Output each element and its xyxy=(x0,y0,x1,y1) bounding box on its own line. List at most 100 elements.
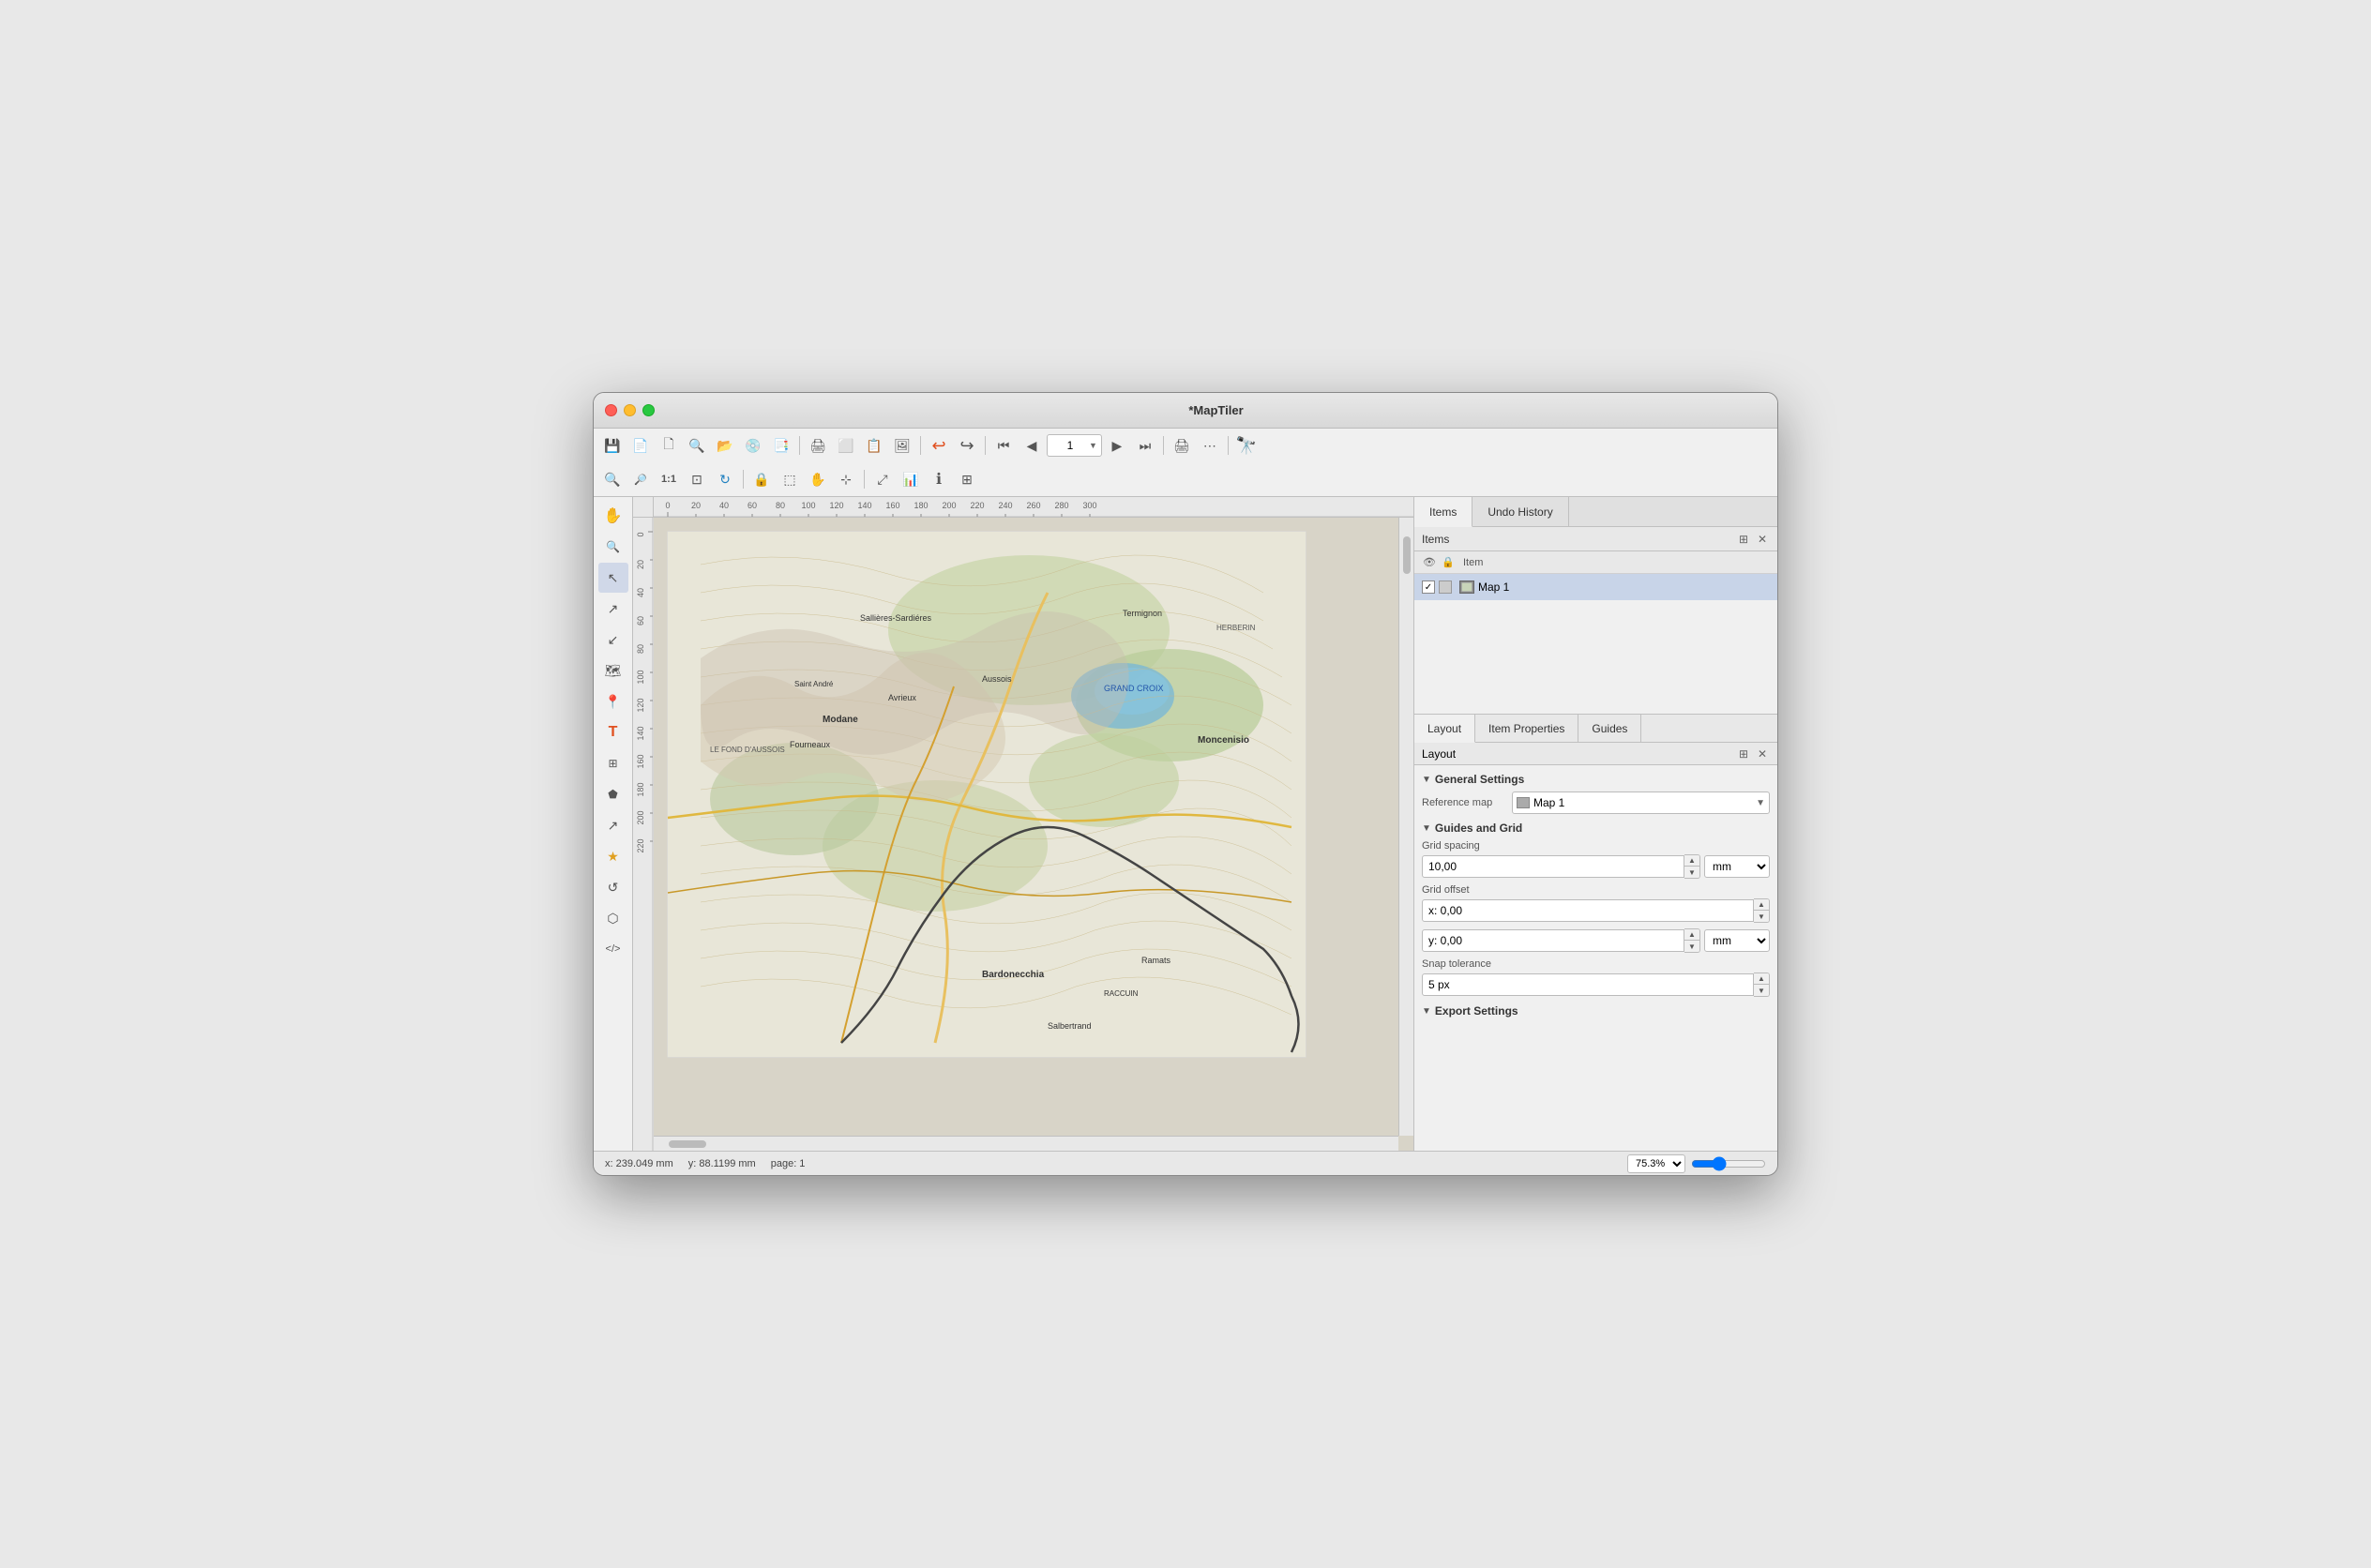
export-svg-button[interactable]: ⬜ xyxy=(833,432,859,459)
redo-button[interactable]: ↪ xyxy=(954,432,980,459)
title-bar: *MapTiler xyxy=(594,393,1777,429)
pan-button[interactable]: ✋ xyxy=(805,466,831,492)
minimize-button[interactable] xyxy=(624,404,636,416)
tab-guides[interactable]: Guides xyxy=(1578,715,1641,742)
nav-right-button[interactable]: ▶ xyxy=(1104,432,1130,459)
undo-button[interactable]: ↩ xyxy=(926,432,952,459)
layout-tab-bar: Layout Item Properties Guides xyxy=(1414,715,1777,743)
tab-undo-history[interactable]: Undo History xyxy=(1472,497,1568,526)
layout-close-icon[interactable]: ✕ xyxy=(1755,746,1770,761)
zoom-out-button[interactable]: 🔎 xyxy=(627,466,654,492)
tab-item-properties[interactable]: Item Properties xyxy=(1475,715,1578,742)
zoom-1-1-button[interactable]: 1:1 xyxy=(656,466,682,492)
vscrollbar-thumb[interactable] xyxy=(1403,536,1411,574)
snap-down[interactable]: ▼ xyxy=(1754,985,1769,996)
hscrollbar-thumb[interactable] xyxy=(669,1140,706,1148)
open-recent-button[interactable]: 🗋 xyxy=(656,432,682,459)
svg-text:120: 120 xyxy=(829,501,843,510)
nav-start-button[interactable]: ⏮ xyxy=(990,432,1017,459)
arrow-draw-tool[interactable]: ↗ xyxy=(598,810,628,840)
grid-offset-x-up[interactable]: ▲ xyxy=(1754,899,1769,911)
select-button[interactable]: ⊹ xyxy=(833,466,859,492)
new-template-button[interactable]: 📄 xyxy=(627,432,654,459)
node-edit-tool[interactable]: ⬡ xyxy=(598,903,628,933)
export-pdf-button[interactable]: 📋 xyxy=(861,432,887,459)
item-checkbox[interactable]: ✓ xyxy=(1422,580,1435,594)
hand-tool[interactable]: ✋ xyxy=(598,501,628,531)
map-layer-tool[interactable]: 🗺 xyxy=(598,656,628,686)
info-button[interactable]: ℹ xyxy=(926,466,952,492)
snap-up[interactable]: ▲ xyxy=(1754,973,1769,985)
maximize-button[interactable] xyxy=(642,404,655,416)
print-button[interactable]: 🖨 xyxy=(805,432,831,459)
grid-offset-y-down[interactable]: ▼ xyxy=(1684,941,1699,952)
layout-content: Layout ⊞ ✕ ▼ General Settings Reference … xyxy=(1414,743,1777,1151)
tab-layout[interactable]: Layout xyxy=(1414,715,1475,743)
svg-text:40: 40 xyxy=(636,588,645,597)
grid-offset-x-down[interactable]: ▼ xyxy=(1754,911,1769,922)
grid-spacing-input[interactable] xyxy=(1422,855,1684,878)
map-hscrollbar[interactable] xyxy=(654,1136,1398,1151)
map-vscrollbar[interactable] xyxy=(1398,518,1413,1136)
items-close-icon[interactable]: ✕ xyxy=(1755,532,1770,547)
nav-end-button[interactable]: ⏭ xyxy=(1132,432,1158,459)
layout-expand-icon[interactable]: ⊞ xyxy=(1736,746,1751,761)
separator-1 xyxy=(799,436,800,455)
add-point-tool[interactable]: 📍 xyxy=(598,686,628,716)
item-lock-box[interactable] xyxy=(1439,580,1452,594)
page-input[interactable] xyxy=(1051,439,1089,452)
reference-map-select[interactable]: Map 1 ▼ xyxy=(1512,792,1770,814)
items-expand-icon[interactable]: ⊞ xyxy=(1736,532,1751,547)
grid-offset-y-up[interactable]: ▲ xyxy=(1684,929,1699,941)
bar-chart-button[interactable]: 📊 xyxy=(898,466,924,492)
add-shape-tool[interactable]: ⊞ xyxy=(598,748,628,778)
snap-tolerance-input[interactable] xyxy=(1422,973,1754,996)
filter-button[interactable]: 🔍 xyxy=(684,432,710,459)
zoom-fit-button[interactable]: ⊡ xyxy=(684,466,710,492)
lock-button[interactable]: 🔒 xyxy=(748,466,775,492)
open-folder-button[interactable]: 📂 xyxy=(712,432,738,459)
grid-spacing-up[interactable]: ▲ xyxy=(1684,855,1699,867)
grid-offset-unit[interactable]: mm cm in xyxy=(1704,929,1770,952)
print2-button[interactable]: 🖨 xyxy=(1169,432,1195,459)
refresh-button[interactable]: ↻ xyxy=(712,466,738,492)
zoom-slider[interactable] xyxy=(1691,1156,1766,1171)
polygon-tool[interactable]: ⬟ xyxy=(598,779,628,809)
app-window: *MapTiler 💾 📄 🗋 🔍 📂 💿 📑 🖨 ⬜ 📋 🖼 ↩ ↪ ⏮ ◀ xyxy=(593,392,1778,1176)
grid-spacing-unit[interactable]: mm cm in xyxy=(1704,855,1770,878)
resize-button[interactable]: ⤢ xyxy=(869,466,896,492)
zoom-select[interactable]: 75.3% 50% 100% 150% 200% xyxy=(1627,1154,1685,1173)
zoom-window-button[interactable]: ⬚ xyxy=(777,466,803,492)
page-dropdown-arrow[interactable]: ▼ xyxy=(1089,441,1097,450)
close-button[interactable] xyxy=(605,404,617,416)
tab-items[interactable]: Items xyxy=(1414,497,1472,527)
code-tool[interactable]: </> xyxy=(598,934,628,964)
save-button[interactable]: 💾 xyxy=(599,432,626,459)
zoom-region-tool[interactable]: 🔍 xyxy=(598,532,628,562)
text-tool[interactable]: T xyxy=(598,717,628,747)
svg-text:80: 80 xyxy=(636,644,645,654)
export-img-button[interactable]: 🖼 xyxy=(889,432,915,459)
star-tool[interactable]: ★ xyxy=(598,841,628,871)
grid-spacing-down[interactable]: ▼ xyxy=(1684,867,1699,878)
items-row-map1[interactable]: ✓ Map 1 xyxy=(1414,574,1777,600)
grid-offset-x-row: ▲ ▼ xyxy=(1422,898,1770,923)
more-button[interactable]: ⋯ xyxy=(1197,432,1223,459)
nav-left-button[interactable]: ◀ xyxy=(1019,432,1045,459)
grid-offset-y-input[interactable] xyxy=(1422,929,1684,952)
crop-button[interactable]: ⊞ xyxy=(954,466,980,492)
rotate-tool[interactable]: ↺ xyxy=(598,872,628,902)
map-item-icon xyxy=(1459,580,1474,594)
svg-text:220: 220 xyxy=(970,501,984,510)
separator-4 xyxy=(1163,436,1164,455)
group-select-tool[interactable]: ↙ xyxy=(598,625,628,655)
select-node-tool[interactable]: ↗ xyxy=(598,594,628,624)
canvas-area: 0 20 40 60 80 100 120 xyxy=(633,497,1413,1151)
zoom-in-button[interactable]: 🔍 xyxy=(599,466,626,492)
map-viewport[interactable]: Modane Avrieux Aussois Moncenisio GRAND … xyxy=(654,518,1413,1151)
grid-offset-x-input[interactable] xyxy=(1422,899,1754,922)
select-arrow-tool[interactable]: ↖ xyxy=(598,563,628,593)
atlas-button[interactable]: 🔭 xyxy=(1233,432,1260,459)
new-item-button[interactable]: 📑 xyxy=(768,432,794,459)
save-disk-button[interactable]: 💿 xyxy=(740,432,766,459)
